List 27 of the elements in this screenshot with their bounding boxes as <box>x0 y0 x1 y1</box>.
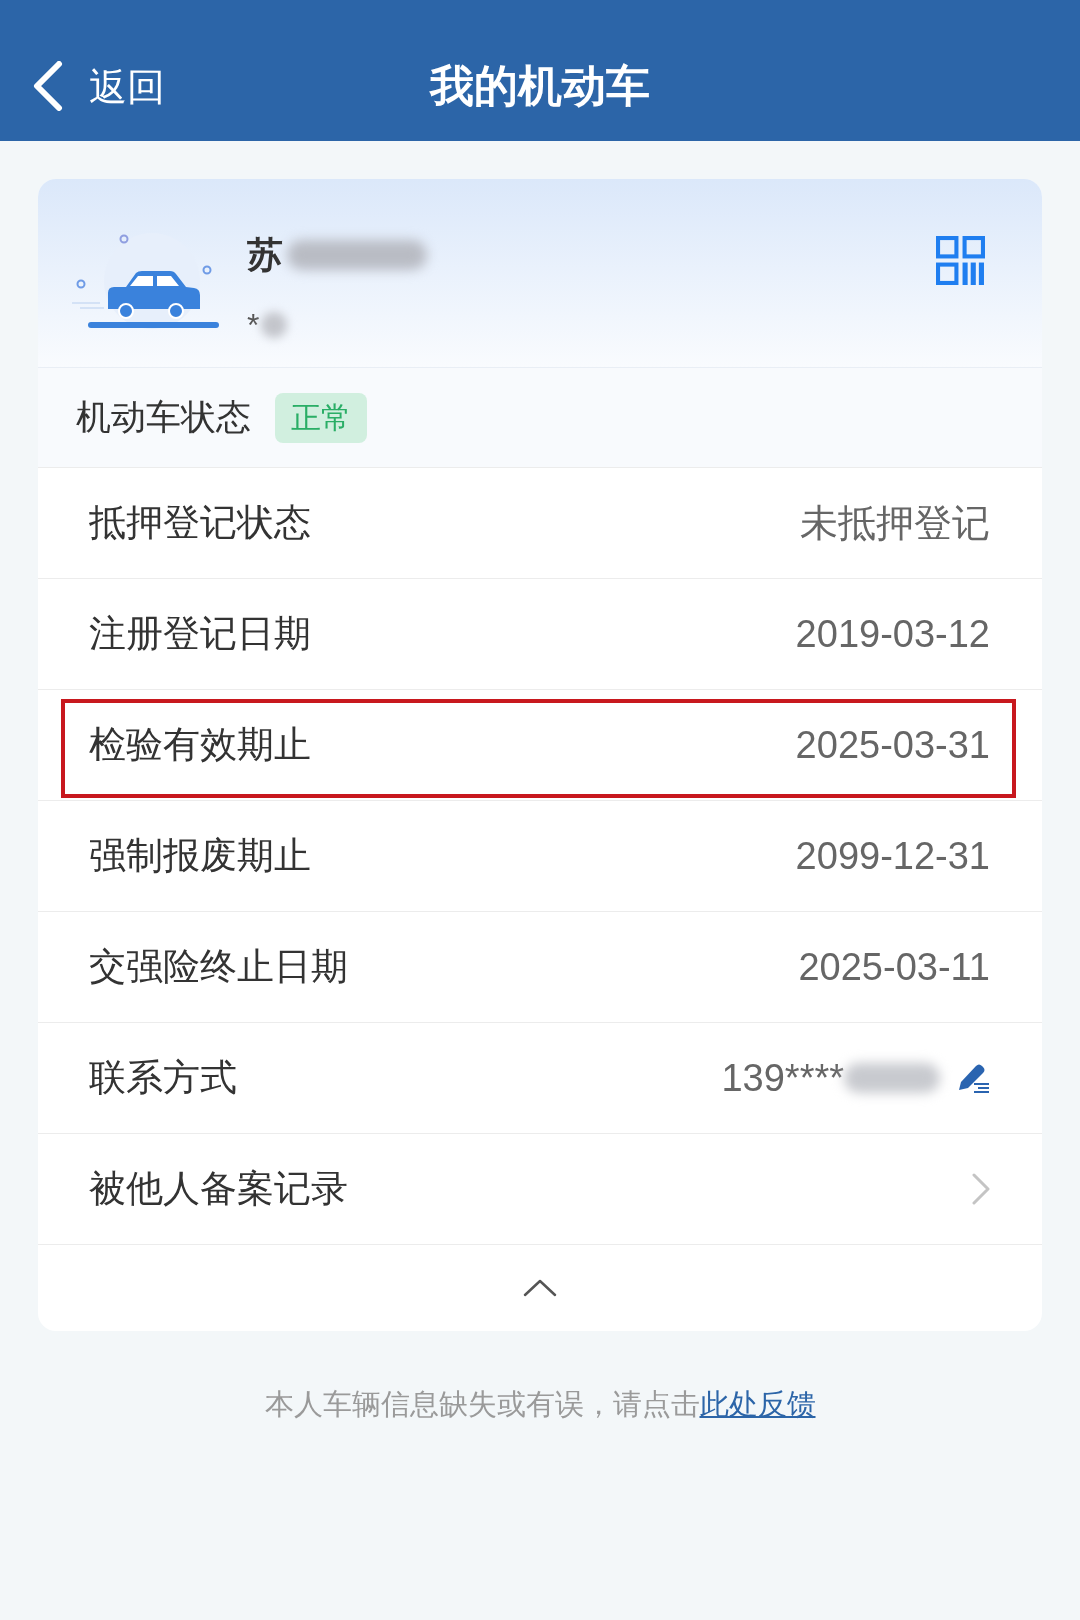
row-value: 2025-03-11 <box>798 944 990 990</box>
back-button[interactable]: 返回 <box>33 60 165 111</box>
row-value: 2025-03-31 <box>795 722 990 768</box>
row-value: 2019-03-12 <box>795 611 990 657</box>
records-link-row[interactable]: 被他人备案记录 <box>38 1133 1042 1244</box>
phone-number: 139**** <box>721 1055 844 1101</box>
chevron-left-icon[interactable] <box>33 60 63 111</box>
row-label: 注册登记日期 <box>89 612 311 657</box>
row-label: 强制报废期止 <box>89 834 311 879</box>
row-label: 抵押登记状态 <box>89 501 311 546</box>
row-value: 2099-12-31 <box>795 833 990 879</box>
pen-icon[interactable] <box>956 1062 990 1094</box>
car-icon <box>70 233 220 329</box>
status-badge: 正常 <box>275 392 367 443</box>
feedback-link[interactable]: 此处反馈 <box>699 1388 816 1420</box>
row-label: 检验有效期止 <box>89 723 311 768</box>
owner-name: * <box>247 306 260 345</box>
plate-number: 苏 <box>247 233 283 277</box>
status-label: 机动车状态 <box>76 396 251 439</box>
feedback-note: 本人车辆信息缺失或有误，请点击此处反馈 <box>263 1387 817 1422</box>
qr-code-icon[interactable] <box>936 236 985 285</box>
row-label: 联系方式 <box>89 1056 237 1101</box>
chevron-right-icon <box>972 1173 990 1205</box>
row-label: 交强险终止日期 <box>89 945 348 990</box>
chevron-up-icon[interactable] <box>523 1279 557 1297</box>
row-value: 未抵押登记 <box>800 500 990 546</box>
page-title: 我的机动车 <box>430 63 650 108</box>
